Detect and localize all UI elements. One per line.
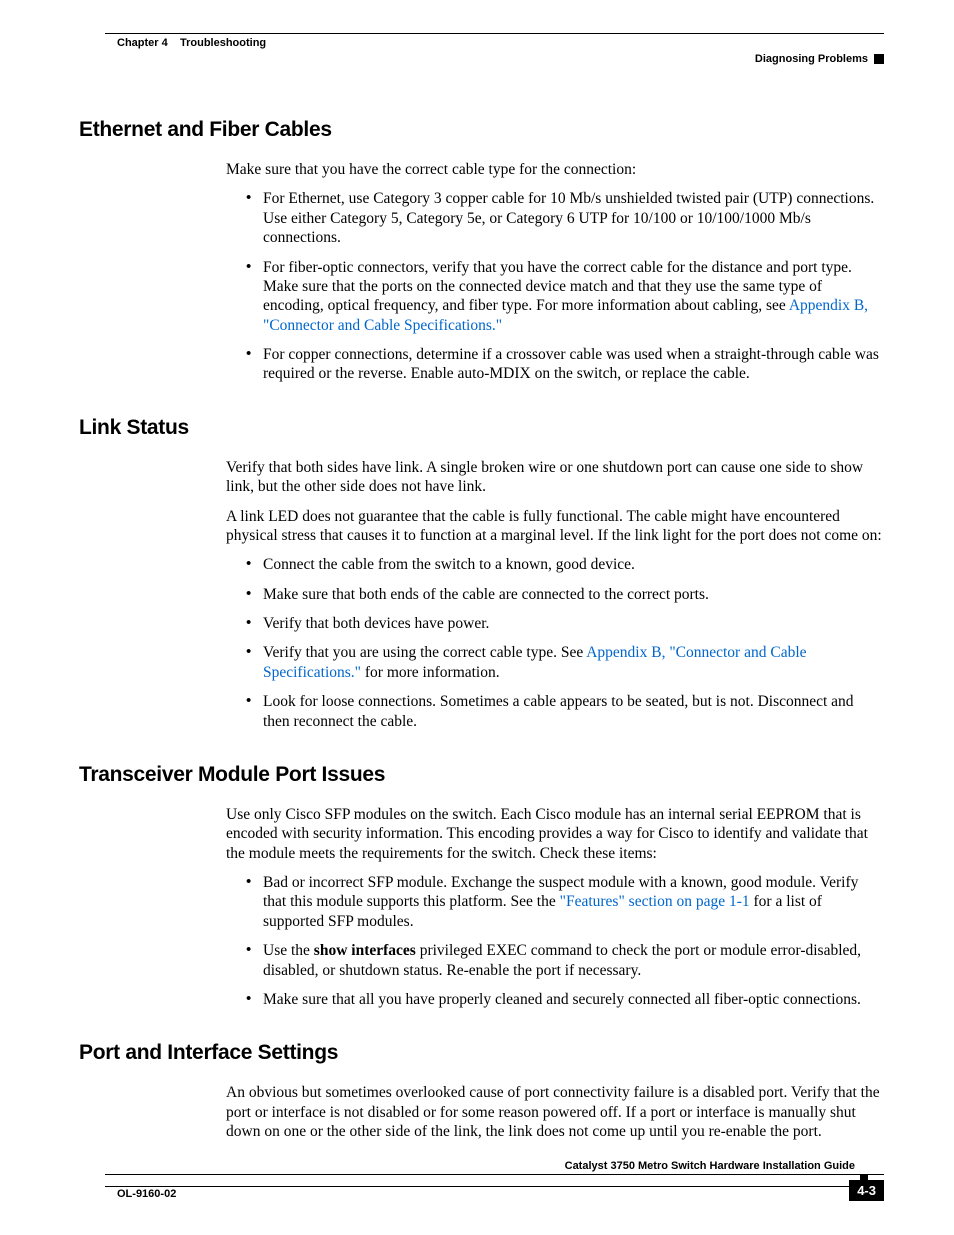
content-area: Ethernet and Fiber Cables Make sure that… [79,118,884,1173]
footer-rule-bottom [105,1186,859,1187]
paragraph: A link LED does not guarantee that the c… [226,507,884,546]
paragraph: An obvious but sometimes overlooked caus… [226,1083,884,1141]
section-port-interface: Port and Interface Settings An obvious b… [79,1041,884,1141]
bullet-item: Connect the cable from the switch to a k… [246,555,884,574]
bullet-item: For Ethernet, use Category 3 copper cabl… [246,189,884,247]
header-square-icon [874,54,884,64]
bullet-item: Verify that both devices have power. [246,614,884,633]
heading-port-interface: Port and Interface Settings [79,1041,884,1065]
header-rule [105,33,884,34]
footer-doc-number: OL-9160-02 [117,1188,176,1200]
running-header-left: Chapter 4 Troubleshooting [117,37,266,49]
running-header-right: Diagnosing Problems [755,53,884,65]
chapter-title: Troubleshooting [180,37,266,49]
chapter-label: Chapter 4 [117,37,168,49]
page: Chapter 4 Troubleshooting Diagnosing Pro… [0,0,954,1235]
section-link-status: Link Status Verify that both sides have … [79,416,884,731]
heading-ethernet-fiber: Ethernet and Fiber Cables [79,118,884,142]
footer-rule-top [105,1174,884,1175]
section-transceiver: Transceiver Module Port Issues Use only … [79,763,884,1009]
bullet-item: Make sure that all you have properly cle… [246,990,884,1009]
paragraph: Use only Cisco SFP modules on the switch… [226,805,884,863]
bullet-item: For fiber-optic connectors, verify that … [246,258,884,336]
bullet-item: Use the show interfaces privileged EXEC … [246,941,884,980]
bullet-item: Bad or incorrect SFP module. Exchange th… [246,873,884,931]
section-label: Diagnosing Problems [755,53,868,65]
footer-guide-title: Catalyst 3750 Metro Switch Hardware Inst… [565,1160,855,1172]
page-number-badge: 4-3 [849,1180,884,1201]
bullet-item: Look for loose connections. Sometimes a … [246,692,884,731]
paragraph: Verify that both sides have link. A sing… [226,458,884,497]
command-text: show interfaces [314,942,416,959]
bullet-item: Make sure that both ends of the cable ar… [246,585,884,604]
bullet-item: Verify that you are using the correct ca… [246,643,884,682]
section-ethernet-fiber: Ethernet and Fiber Cables Make sure that… [79,118,884,384]
intro-text: Make sure that you have the correct cabl… [226,160,884,179]
link-features-section[interactable]: "Features" section on page 1-1 [560,893,750,910]
heading-link-status: Link Status [79,416,884,440]
bullet-item: For copper connections, determine if a c… [246,345,884,384]
heading-transceiver: Transceiver Module Port Issues [79,763,884,787]
